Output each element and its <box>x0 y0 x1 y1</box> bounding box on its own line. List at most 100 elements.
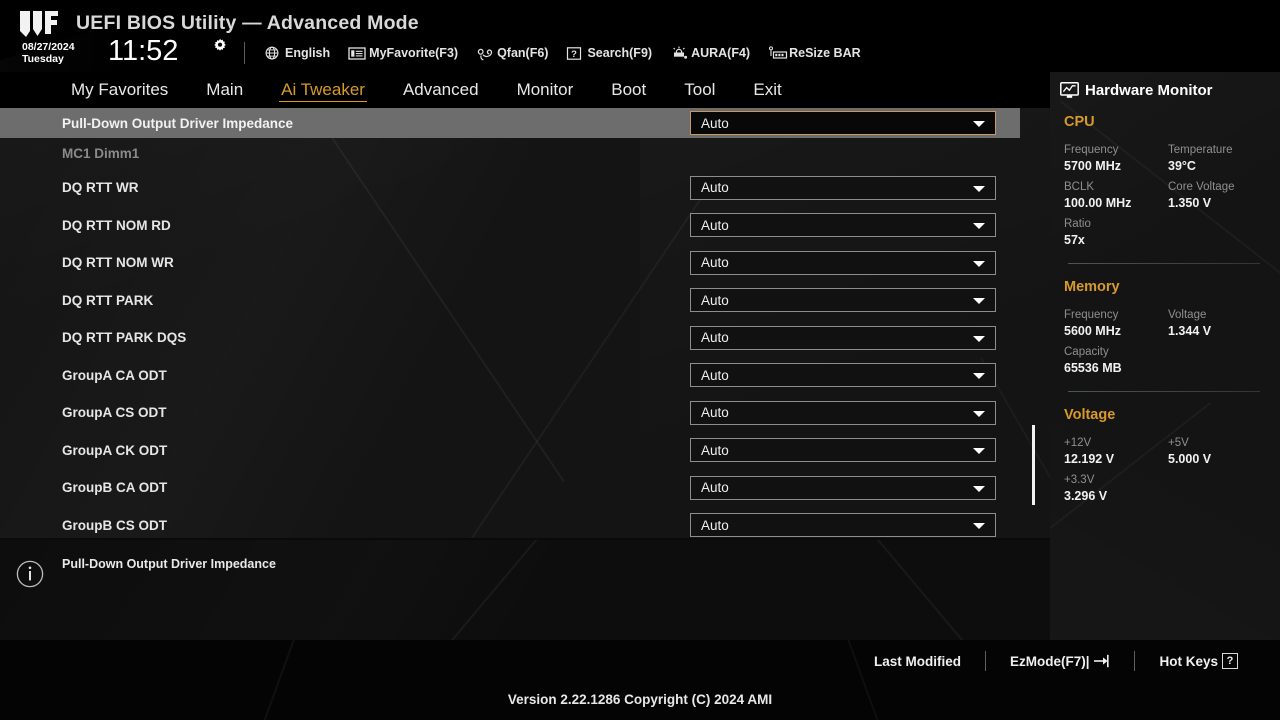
toolbar-item-aura[interactable]: AURA(F4) <box>670 46 750 61</box>
hwm-section-title-cpu: CPU <box>1064 114 1095 130</box>
header-bar: UEFI BIOS Utility — Advanced Mode 08/27/… <box>0 0 1280 72</box>
toolbar-item-language[interactable]: English <box>264 46 330 61</box>
footer-bar: Last Modified EzMode(F7)| Hot Keys ? <box>0 640 1280 720</box>
hardware-monitor-panel: Hardware Monitor CPU Frequency 5700 MHz Tem… <box>1050 72 1280 640</box>
settings-row-label: DQ RTT PARK <box>62 292 154 308</box>
toolbar-item-myfavorite[interactable]: MyFavorite(F3) <box>348 46 458 61</box>
last-modified-button[interactable]: Last Modified <box>850 654 985 669</box>
toolbar-label-search: Search(F9) <box>587 46 653 60</box>
dropdown-groupa-ck-odt[interactable]: Auto <box>690 438 996 463</box>
settings-row-dq-rtt-nom-rd[interactable]: DQ RTT NOM RD Auto <box>0 207 1020 245</box>
hwm-metric-key: +5V <box>1168 437 1189 449</box>
settings-row-label: GroupB CS ODT <box>62 517 167 533</box>
chevron-down-icon <box>973 373 985 380</box>
dropdown-value: Auto <box>701 517 729 533</box>
hwm-metric-value: 100.00 MHz <box>1064 196 1132 210</box>
ezmode-button[interactable]: EzMode(F7)| <box>986 654 1135 669</box>
nav-tab-advanced[interactable]: Advanced <box>384 72 498 108</box>
globe-icon <box>264 46 281 61</box>
settings-row-label: DQ RTT PARK DQS <box>62 330 187 346</box>
dropdown-groupa-cs-odt[interactable]: Auto <box>690 400 996 425</box>
chevron-down-icon <box>973 335 985 342</box>
ezmode-label: EzMode(F7)| <box>1009 653 1090 669</box>
footer-decoration-1 <box>245 640 302 720</box>
weekday-value: Tuesday <box>22 52 64 65</box>
hwm-metric-value: 5700 MHz <box>1064 159 1121 173</box>
header-divider <box>244 42 245 64</box>
toolbar-item-qfan[interactable]: Qfan(F6) <box>476 46 548 61</box>
monitor-chart-icon <box>1060 82 1079 99</box>
chevron-down-icon <box>973 523 985 530</box>
settings-row-groupb-cs-odt[interactable]: GroupB CS ODT Auto <box>0 507 1020 539</box>
nav-tab-label: Exit <box>753 80 782 99</box>
dropdown-pull-down-output-driver-impedance[interactable]: Auto <box>690 111 996 135</box>
helpbar-decoration-2 <box>860 540 1050 640</box>
settings-row-label: Pull-Down Output Driver Impedance <box>62 115 294 131</box>
settings-row-dq-rtt-nom-wr[interactable]: DQ RTT NOM WR Auto <box>0 244 1020 282</box>
nav-tab-list: My Favorites Main Ai Tweaker Advanced Monito… <box>52 72 801 108</box>
nav-tab-boot[interactable]: Boot <box>592 72 665 108</box>
chevron-down-icon <box>973 260 985 267</box>
hotkeys-button[interactable]: Hot Keys ? <box>1135 653 1262 669</box>
svg-text:?: ? <box>572 49 578 60</box>
settings-row-label: GroupA CK ODT <box>62 442 168 458</box>
hwm-metric-value: 5.000 V <box>1168 452 1212 466</box>
dropdown-dq-rtt-nom-wr[interactable]: Auto <box>690 250 996 275</box>
dropdown-dq-rtt-park[interactable]: Auto <box>690 288 996 313</box>
dropdown-groupb-ca-odt[interactable]: Auto <box>690 475 996 500</box>
settings-row-label: GroupA CS ODT <box>62 405 167 421</box>
nav-tab-monitor[interactable]: Monitor <box>498 72 593 108</box>
hwm-metric-value: 1.344 V <box>1168 324 1212 338</box>
scrollbar-thumb[interactable] <box>1032 425 1035 505</box>
hwm-metric-key: Frequency <box>1064 309 1119 321</box>
toolbar-item-search[interactable]: ? Search(F9) <box>566 46 652 61</box>
settings-row-groupa-cs-odt[interactable]: GroupA CS ODT Auto <box>0 394 1020 432</box>
nav-tab-exit[interactable]: Exit <box>734 72 800 108</box>
hwm-metric-key: +12V <box>1064 437 1092 449</box>
toolbar-label-aura: AURA(F4) <box>691 46 751 60</box>
settings-row-dq-rtt-park[interactable]: DQ RTT PARK Auto <box>0 282 1020 320</box>
hwm-metric-value: 12.192 V <box>1064 452 1115 466</box>
last-modified-label: Last Modified <box>873 653 961 669</box>
settings-row-dq-rtt-park-dqs[interactable]: DQ RTT PARK DQS Auto <box>0 319 1020 357</box>
settings-row-label: GroupA CA ODT <box>62 367 167 383</box>
hwm-metric-key: Capacity <box>1064 346 1109 358</box>
gear-icon[interactable] <box>212 38 228 54</box>
dropdown-groupa-ca-odt[interactable]: Auto <box>690 363 996 388</box>
toolbar-label-resizebar: ReSize BAR <box>789 46 861 60</box>
toolbar-label-language: English <box>285 46 331 60</box>
settings-row-groupa-ca-odt[interactable]: GroupA CA ODT Auto <box>0 357 1020 395</box>
toolbar-label-myfavorite: MyFavorite(F3) <box>369 46 459 60</box>
dropdown-value: Auto <box>701 217 729 233</box>
nav-tab-main[interactable]: Main <box>187 72 262 108</box>
page-title: UEFI BIOS Utility — Advanced Mode <box>76 12 419 34</box>
nav-tab-ai-tweaker[interactable]: Ai Tweaker <box>262 72 384 108</box>
dropdown-dq-rtt-wr[interactable]: Auto <box>690 175 996 200</box>
toolbar-item-resizebar[interactable]: ReSize BAR <box>768 45 861 61</box>
dropdown-groupb-cs-odt[interactable]: Auto <box>690 513 996 538</box>
dropdown-dq-rtt-nom-rd[interactable]: Auto <box>690 213 996 238</box>
nav-tab-my-favorites[interactable]: My Favorites <box>52 72 187 108</box>
help-description-bar <box>0 540 1050 640</box>
info-icon <box>16 560 44 588</box>
nav-tab-tool[interactable]: Tool <box>665 72 734 108</box>
resize-bar-icon <box>768 45 788 61</box>
question-mark-box-icon: ? <box>1222 653 1238 669</box>
settings-row-dq-rtt-wr[interactable]: DQ RTT WR Auto <box>0 169 1020 207</box>
chevron-down-icon <box>973 485 985 492</box>
helpbar-decoration-1 <box>367 540 562 640</box>
dropdown-value: Auto <box>701 405 729 421</box>
nav-tab-label: Main <box>206 80 244 99</box>
hwm-metric-key: +3.3V <box>1064 474 1095 486</box>
settings-group-mc1-dimm1: MC1 Dimm1 <box>0 138 1020 169</box>
settings-row-groupa-ck-odt[interactable]: GroupA CK ODT Auto <box>0 432 1020 470</box>
settings-row-pull-down-output-driver-impedance[interactable]: Pull-Down Output Driver Impedance Auto <box>0 108 1020 138</box>
dropdown-value: Auto <box>701 442 729 458</box>
hwm-metric-key: Temperature <box>1168 144 1233 156</box>
dropdown-dq-rtt-park-dqs[interactable]: Auto <box>690 325 996 350</box>
header-toolbar: English MyFavorite(F3) Qfan(F6) ? Search… <box>264 43 861 63</box>
settings-row-label: GroupB CA ODT <box>62 480 168 496</box>
chevron-down-icon <box>973 298 985 305</box>
date-value: 08/27/2024 <box>22 41 75 53</box>
settings-row-groupb-ca-odt[interactable]: GroupB CA ODT Auto <box>0 469 1020 507</box>
